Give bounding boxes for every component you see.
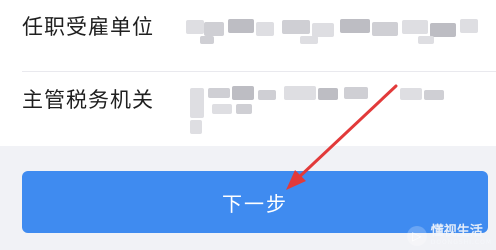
tax-authority-label: 主管税务机关 [22,88,154,112]
next-step-button[interactable]: 下一步 [22,171,488,233]
employer-row[interactable]: 任职受雇单位 [0,0,496,72]
employer-label: 任职受雇单位 [22,15,154,39]
play-logo-icon: ▷ [406,225,427,246]
watermark-sub: DOONGSHI.COM [430,239,492,246]
watermark-text: 懂视生活 [430,224,483,239]
next-step-label: 下一步 [222,191,288,216]
form-card: 任职受雇单位 主管税务机关 [0,0,496,146]
watermark: ▷ 懂视生活 DOONGSHI.COM [406,224,492,246]
row-divider [22,71,496,72]
tax-authority-row[interactable]: 主管税务机关 [0,74,496,146]
